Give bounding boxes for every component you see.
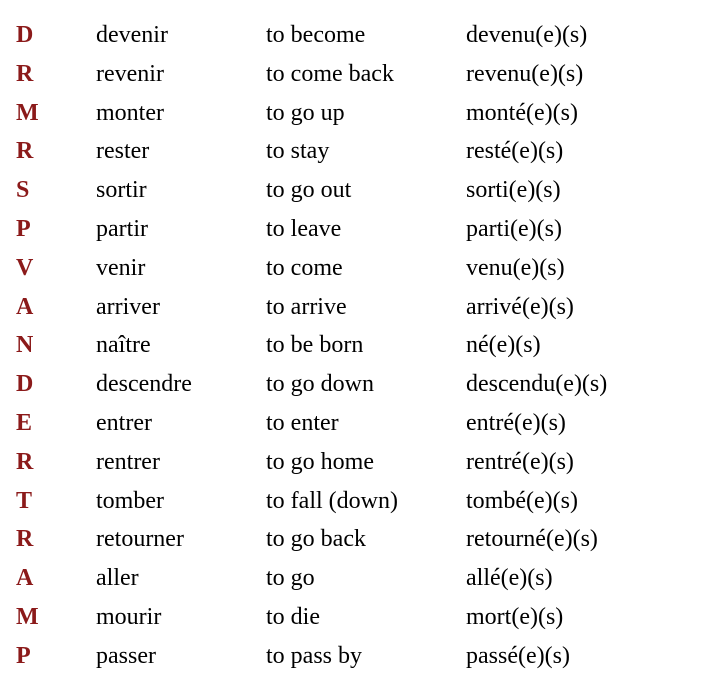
mnemonic-letter: N [16,326,96,365]
mnemonic-letter: S [16,171,96,210]
english-translation: to die [266,598,466,637]
table-row: Ppasserto pass bypassé(e)(s) [16,637,607,676]
table-row: Nnaîtreto be bornné(e)(s) [16,326,607,365]
past-participle: resté(e)(s) [466,132,607,171]
mnemonic-letter: D [16,16,96,55]
past-participle: tombé(e)(s) [466,482,607,521]
mnemonic-letter: M [16,94,96,133]
past-participle: devenu(e)(s) [466,16,607,55]
french-verb: revenir [96,55,266,94]
table-row: Mmourirto diemort(e)(s) [16,598,607,637]
french-verb: monter [96,94,266,133]
past-participle: arrivé(e)(s) [466,288,607,327]
past-participle: parti(e)(s) [466,210,607,249]
mnemonic-letter: T [16,482,96,521]
table-row: Aarriverto arrivearrivé(e)(s) [16,288,607,327]
table-row: Rrevenirto come backrevenu(e)(s) [16,55,607,94]
english-translation: to come back [266,55,466,94]
past-participle: venu(e)(s) [466,249,607,288]
french-verb: descendre [96,365,266,404]
mnemonic-letter: A [16,559,96,598]
mnemonic-letter: A [16,288,96,327]
table-row: Eentrerto enterentré(e)(s) [16,404,607,443]
french-verb: naître [96,326,266,365]
table-row: Rretournerto go backretourné(e)(s) [16,520,607,559]
french-verb: rester [96,132,266,171]
mnemonic-letter: E [16,404,96,443]
past-participle: passé(e)(s) [466,637,607,676]
mnemonic-letter: R [16,443,96,482]
english-translation: to go home [266,443,466,482]
french-verb: passer [96,637,266,676]
past-participle: entré(e)(s) [466,404,607,443]
past-participle: retourné(e)(s) [466,520,607,559]
past-participle: sorti(e)(s) [466,171,607,210]
english-translation: to arrive [266,288,466,327]
table-row: Ddevenirto becomedevenu(e)(s) [16,16,607,55]
english-translation: to be born [266,326,466,365]
table-row: Ppartirto leaveparti(e)(s) [16,210,607,249]
past-participle: né(e)(s) [466,326,607,365]
english-translation: to pass by [266,637,466,676]
table-row: Ssortirto go outsorti(e)(s) [16,171,607,210]
french-verb: sortir [96,171,266,210]
french-verb: rentrer [96,443,266,482]
table-row: Rresterto stayresté(e)(s) [16,132,607,171]
english-translation: to go down [266,365,466,404]
mnemonic-letter: P [16,210,96,249]
table-row: Vvenirto comevenu(e)(s) [16,249,607,288]
mnemonic-letter: R [16,55,96,94]
french-verb: partir [96,210,266,249]
table-row: Ttomberto fall (down)tombé(e)(s) [16,482,607,521]
french-verb: arriver [96,288,266,327]
table-row: Mmonterto go upmonté(e)(s) [16,94,607,133]
mnemonic-letter: R [16,132,96,171]
english-translation: to become [266,16,466,55]
past-participle: descendu(e)(s) [466,365,607,404]
table-row: Aallerto goallé(e)(s) [16,559,607,598]
french-verb: devenir [96,16,266,55]
english-translation: to go out [266,171,466,210]
mnemonic-letter: V [16,249,96,288]
english-translation: to stay [266,132,466,171]
past-participle: rentré(e)(s) [466,443,607,482]
french-verb: entrer [96,404,266,443]
table-row: Rrentrerto go homerentré(e)(s) [16,443,607,482]
french-verb: aller [96,559,266,598]
english-translation: to enter [266,404,466,443]
english-translation: to fall (down) [266,482,466,521]
past-participle: mort(e)(s) [466,598,607,637]
english-translation: to go back [266,520,466,559]
english-translation: to come [266,249,466,288]
past-participle: revenu(e)(s) [466,55,607,94]
past-participle: allé(e)(s) [466,559,607,598]
french-verb: tomber [96,482,266,521]
english-translation: to go [266,559,466,598]
past-participle: monté(e)(s) [466,94,607,133]
english-translation: to leave [266,210,466,249]
english-translation: to go up [266,94,466,133]
table-row: Ddescendreto go downdescendu(e)(s) [16,365,607,404]
french-verb: venir [96,249,266,288]
mnemonic-letter: R [16,520,96,559]
mnemonic-letter: P [16,637,96,676]
mnemonic-letter: M [16,598,96,637]
verb-table: Ddevenirto becomedevenu(e)(s)Rrevenirto … [16,16,607,676]
french-verb: retourner [96,520,266,559]
mnemonic-letter: D [16,365,96,404]
french-verb: mourir [96,598,266,637]
